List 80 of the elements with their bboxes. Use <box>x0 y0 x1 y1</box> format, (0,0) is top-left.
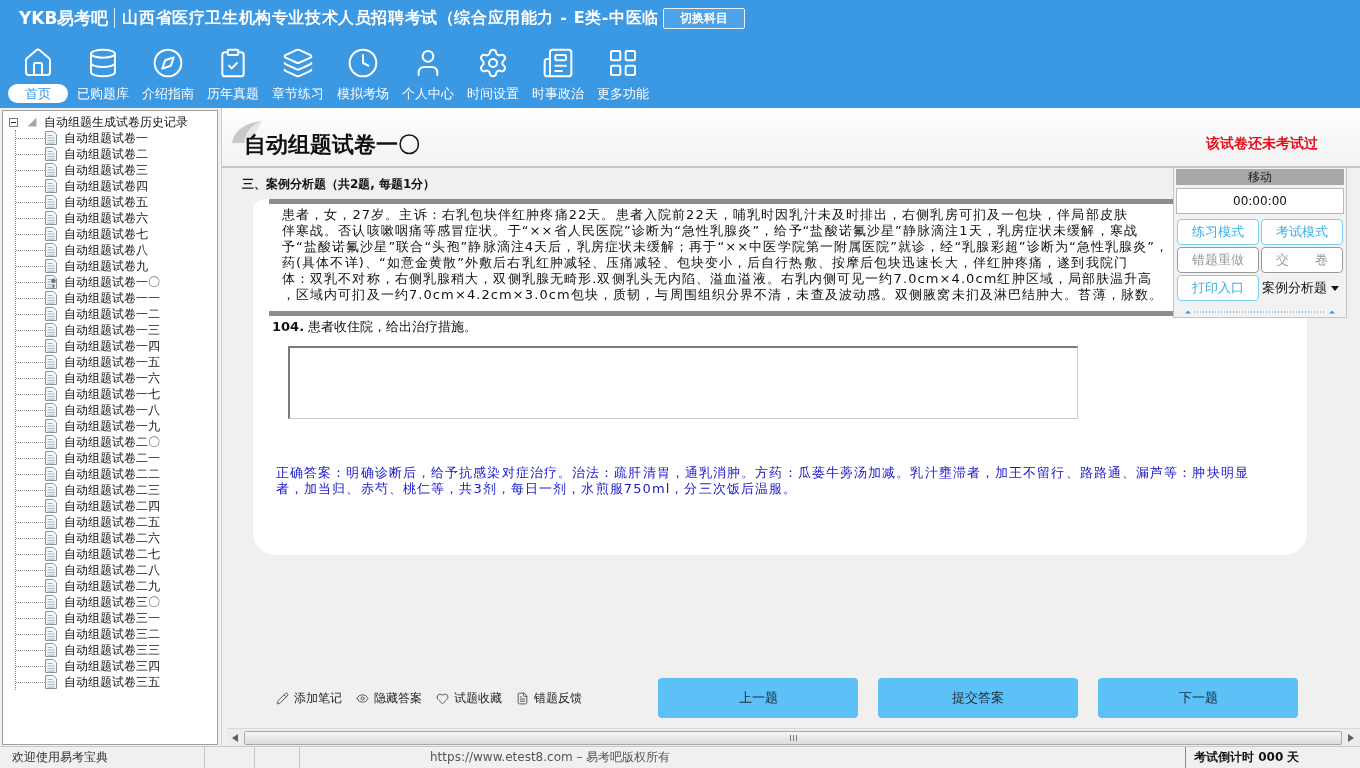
paper-status: 该试卷还未考试过 <box>1206 135 1318 153</box>
exam-title: 山西省医疗卫生机构专业技术人员招聘考试（综合应用能力 - E类-中医临 <box>122 7 659 29</box>
favorite-button[interactable]: 试题收藏 <box>436 689 502 707</box>
tree-item[interactable]: 自动组题试卷一二 <box>64 305 160 323</box>
tree-item[interactable]: 自动组题试卷三四 <box>64 657 160 675</box>
case-text-line: 予“盐酸诺氟沙星”联合“头孢”静脉滴注4天后，乳房症状未缓解；再于“××中医学院第一附属医院”就诊，经“乳腺彩超”诊断为“急性乳腺炎”， <box>282 239 1170 255</box>
answer-box[interactable] <box>288 346 1078 419</box>
tree-item[interactable]: 自动组题试卷三〇 <box>64 593 160 611</box>
horizontal-scrollbar[interactable] <box>227 728 1360 746</box>
timer-display: 00:00:00 <box>1176 188 1344 214</box>
tree-item[interactable]: 自动组题试卷一 <box>64 129 148 147</box>
grip-icon <box>789 734 797 741</box>
submit-answer-button[interactable]: 提交答案 <box>878 678 1078 718</box>
panel-drag-bar[interactable]: 移动 <box>1176 169 1344 185</box>
clock-icon[interactable] <box>346 47 379 79</box>
newspaper-icon[interactable] <box>541 47 574 79</box>
tree-item[interactable]: 自动组题试卷三二 <box>64 625 160 643</box>
document-icon <box>516 691 529 705</box>
next-question-button[interactable]: 下一题 <box>1098 678 1298 718</box>
heart-icon <box>436 691 449 705</box>
caret-icon <box>1331 285 1339 291</box>
tree-item[interactable]: 自动组题试卷一五 <box>64 353 160 371</box>
tree-item[interactable]: 自动组题试卷一三 <box>64 321 160 339</box>
tree-item[interactable]: 自动组题试卷二七 <box>64 545 160 563</box>
tree-item[interactable]: 自动组题试卷二四 <box>64 497 160 515</box>
tree-item[interactable]: 自动组题试卷二二 <box>64 465 160 483</box>
case-text-line: 药(具体不详)、“如意金黄散”外敷后右乳红肿减轻、压痛减轻、包块变小，后自行热敷、按摩后包块迅速长大，伴红肿疼痛，遂到我院门 <box>282 255 1128 271</box>
previous-question-button[interactable]: 上一题 <box>658 678 858 718</box>
tree-item[interactable]: 自动组题试卷一四 <box>64 337 160 355</box>
scroll-left-icon[interactable] <box>232 733 238 742</box>
layers-icon[interactable] <box>281 47 314 79</box>
tree-item[interactable]: 自动组题试卷二八 <box>64 561 160 579</box>
compass-icon[interactable] <box>151 47 184 79</box>
tree-item[interactable]: 自动组题试卷一七 <box>64 385 160 403</box>
question-text: 104. 患者收住院，给出治疗措施。 <box>272 319 478 335</box>
app-logo: YKB易考吧 <box>19 8 116 28</box>
tree-item[interactable]: 自动组题试卷一八 <box>64 401 160 419</box>
copyright-text: https://www.etest8.com – 易考吧版权所有 <box>430 749 671 766</box>
add-note-button[interactable]: 添加笔记 <box>276 689 342 707</box>
question-type-select[interactable]: 案例分析题 <box>1261 275 1343 301</box>
section-title: 三、案例分析题（共2题, 每题1分） <box>242 176 436 192</box>
tree-item[interactable]: 自动组题试卷三一 <box>64 609 160 627</box>
tree-item[interactable]: 自动组题试卷三三 <box>64 641 160 659</box>
tree-item[interactable]: 自动组题试卷二一 <box>64 449 160 467</box>
eye-icon <box>356 691 369 705</box>
tree-item[interactable]: 自动组题试卷三 <box>64 161 148 179</box>
tree-item[interactable]: 自动组题试卷五 <box>64 193 148 211</box>
case-text-line: 患者，女，27岁。主诉：右乳包块伴红肿疼痛22天。患者入院前22天，哺乳时因乳汁未及时排出，右侧乳房可扪及一包块，伴局部皮肤 <box>282 207 1128 223</box>
exam-countdown: 考试倒计时 000 天 <box>1194 749 1300 766</box>
tree-item[interactable]: 自动组题试卷二六 <box>64 529 160 547</box>
paper-title: 自动组题试卷一〇 <box>244 131 420 159</box>
case-text-line: ，区域内可扪及一约7.0cm×4.2cm×3.0cm包块，质韧，与周围组织分界不清，未查及波动感。双侧腋窝未扪及淋巴结肿大。苔薄，脉数。 <box>282 287 1164 303</box>
scroll-right-icon[interactable] <box>1348 733 1354 742</box>
correct-answer-text: 正确答案：明确诊断后，给予抗感染对症治疗。治法：疏肝清胃，通乳消肿。方药：瓜蒌牛蒡汤加减。乳汁壅滞者，加王不留行、路路通、漏芦等：肿块明显者，加当归、赤芍、桃仁等，共3剂，每日一剂，水煎服750ml，分三次饭后温服。 <box>276 465 1250 497</box>
tree-item[interactable]: 自动组题试卷三五 <box>64 673 160 691</box>
case-text-line: 伴寒战。否认咳嗽咽痛等感冒症状。于“××省人民医院”诊断为“急性乳腺炎”，给予“盐酸诺氟沙星”静脉滴注1天，乳房症状未缓解，寒战 <box>282 223 1138 239</box>
tree-item[interactable]: 自动组题试卷二〇 <box>64 433 160 451</box>
feedback-button[interactable]: 错题反馈 <box>516 689 582 707</box>
hide-answer-button[interactable]: 隐藏答案 <box>356 689 422 707</box>
tree-item[interactable]: 自动组题试卷一九 <box>64 417 160 435</box>
tree-item[interactable]: 自动组题试卷二五 <box>64 513 160 531</box>
tree-item[interactable]: 自动组题试卷一一 <box>64 289 160 307</box>
case-text-line: 体：双乳不对称，右侧乳腺稍大，双侧乳腺无畸形.双侧乳头无内陷、溢血溢液。右乳内侧可见一约7.0cm×4.0cm红肿区域，局部肤温升高 <box>282 271 1153 287</box>
tree-root-label[interactable]: 自动组题生成试卷历史记录 <box>44 113 188 131</box>
tree-item[interactable]: 自动组题试卷四 <box>64 177 148 195</box>
scrollbar-thumb[interactable] <box>244 730 1342 745</box>
tree-item[interactable]: 自动组题试卷二三 <box>64 481 160 499</box>
tree-item[interactable]: 自动组题试卷二 <box>64 145 148 163</box>
tree-item[interactable]: 自动组题试卷一〇 <box>64 273 160 291</box>
tree-item[interactable]: 自动组题试卷二九 <box>64 577 160 595</box>
tree-item[interactable]: 自动组题试卷九 <box>64 257 148 275</box>
welcome-text: 欢迎使用易考宝典 <box>12 749 108 766</box>
triangle-icon <box>27 117 37 127</box>
tree-item[interactable]: 自动组题试卷七 <box>64 225 148 243</box>
tree-item[interactable]: 自动组题试卷八 <box>64 241 148 259</box>
collapse-icon[interactable] <box>9 117 18 127</box>
tree-item[interactable]: 自动组题试卷六 <box>64 209 148 227</box>
panel-scrollbar[interactable] <box>1185 309 1335 314</box>
tree-item[interactable]: 自动组题试卷一六 <box>64 369 160 387</box>
pencil-icon <box>276 691 289 705</box>
